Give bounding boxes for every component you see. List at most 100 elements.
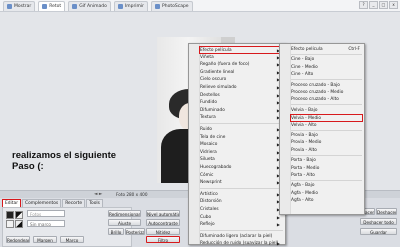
menu-separator bbox=[291, 154, 362, 156]
menu-item-label: Efecto película bbox=[200, 48, 232, 53]
frame-top-field[interactable]: Fotos bbox=[27, 210, 65, 217]
filter-menu-item[interactable]: Reducción de ruido (suavizar la piel) ▶ bbox=[200, 240, 283, 247]
menu-item-label: Porta - Medio bbox=[291, 165, 320, 171]
guardar-button[interactable]: Guardar bbox=[360, 228, 397, 235]
filter-menu: Efecto película ▶ Viñeta ▶ Regaño (fuera de … bbox=[188, 43, 286, 247]
caption-line-1: realizamos el siguiente bbox=[12, 150, 117, 161]
menu-item-label: Provia - Bajo bbox=[291, 133, 318, 138]
tab-label: Gif Animado bbox=[79, 3, 107, 9]
color-swatch-white[interactable] bbox=[6, 220, 14, 228]
menu-item-label: Agfa - Medio bbox=[291, 190, 318, 196]
menu-item-label: Cielo oscuro bbox=[200, 77, 227, 83]
film-menu-item[interactable]: Provia - Alto bbox=[291, 147, 362, 155]
color-swatch-bw[interactable] bbox=[15, 211, 23, 219]
color-swatch-wb[interactable] bbox=[15, 220, 23, 228]
submenu-arrow-icon: ▶ bbox=[276, 241, 280, 247]
tab-photoscape[interactable]: PhotoScape bbox=[151, 0, 193, 11]
nivel-automatico-button[interactable]: Nivel automático bbox=[146, 210, 180, 217]
film-menu-item[interactable]: Efecto película Ctrl-F bbox=[291, 46, 362, 54]
photoscape-window: Mostrar Retot Gif Animado Imprimir Photo… bbox=[0, 0, 400, 247]
nav-arrows[interactable]: ◄ ► bbox=[94, 191, 102, 198]
menu-item-label: Provia - Alto bbox=[291, 147, 317, 153]
menu-separator bbox=[200, 187, 283, 189]
ajuste-button[interactable]: Ajuste bbox=[108, 219, 141, 226]
menu-gutter bbox=[280, 44, 291, 214]
menu-item-label: Porta - Bajo bbox=[291, 158, 316, 164]
menu-separator bbox=[291, 104, 362, 106]
menu-item-label: Silueta bbox=[200, 157, 215, 163]
menu-separator bbox=[291, 79, 362, 81]
window-controls: ? _ □ x bbox=[359, 1, 398, 9]
tab-gif[interactable]: Gif Animado bbox=[68, 0, 111, 11]
menu-item-label: Cine - Bajo bbox=[291, 57, 315, 63]
autocontraste-button[interactable]: Autocontraste bbox=[146, 219, 180, 226]
tab-mostrar[interactable]: Mostrar bbox=[3, 0, 36, 11]
menu-item-label: Cubo bbox=[200, 214, 212, 220]
submenu-arrow-icon: ▶ bbox=[276, 222, 280, 228]
deshacer-button[interactable]: Deshacer bbox=[376, 208, 397, 215]
redimensionar-button[interactable]: Redimensionar bbox=[108, 210, 141, 217]
gif-icon bbox=[72, 3, 78, 9]
help-button[interactable]: ? bbox=[359, 1, 368, 9]
menu-item-label: Agfa - Alto bbox=[291, 198, 314, 204]
film-menu-item[interactable]: Porta - Alto bbox=[291, 172, 362, 180]
menu-item-label: Velvia - Alto bbox=[291, 122, 317, 128]
tab-retot[interactable]: Retot bbox=[38, 0, 66, 11]
overlay-caption: realizamos el siguiente Paso (: bbox=[12, 150, 116, 172]
tab-label: PhotoScape bbox=[162, 3, 189, 9]
filter-menu-item[interactable]: Textura▶ bbox=[200, 114, 283, 122]
menu-item-label: Efecto película bbox=[291, 47, 323, 52]
redondear-button[interactable]: Redondear bbox=[6, 236, 30, 243]
menu-separator bbox=[291, 179, 362, 181]
menu-item-label: Mosaico bbox=[200, 142, 218, 148]
menu-item-label: Huecograbado bbox=[200, 165, 232, 170]
menu-item-label: Proceso cruzado - Medio bbox=[291, 90, 344, 95]
menu-separator bbox=[200, 123, 283, 124]
menu-item-label: Artístico bbox=[200, 191, 218, 197]
menu-item-label: Cómic bbox=[200, 172, 214, 178]
filter-menu-item[interactable]: Newsprint▶ bbox=[200, 179, 283, 187]
deshacer-todo-button[interactable]: Deshacer todo bbox=[360, 218, 397, 225]
marco-button[interactable]: Marco bbox=[60, 236, 84, 243]
menu-item-label: Agfa - Bajo bbox=[291, 183, 315, 189]
film-menu-item[interactable]: Proceso cruzado - Alto bbox=[291, 96, 362, 104]
menu-item-label: Cine - Alto bbox=[291, 72, 314, 78]
menu-item-label: Regaño (fuera de foco) bbox=[200, 62, 250, 68]
menu-item-label: Destellos bbox=[200, 92, 220, 98]
menu-item-label: Velvia - Bajo bbox=[291, 107, 318, 113]
margen-button[interactable]: Margen bbox=[33, 236, 57, 243]
posterizar-button[interactable]: Posterizar bbox=[125, 228, 145, 235]
nitidez-button[interactable]: Nitidez bbox=[146, 228, 180, 235]
editor-icon bbox=[42, 3, 48, 9]
menu-item-label: Cine - Medio bbox=[291, 64, 318, 70]
top-tab-bar: Mostrar Retot Gif Animado Imprimir Photo… bbox=[0, 0, 400, 12]
menu-item-label: Ruido bbox=[200, 127, 213, 132]
photoscape-icon bbox=[155, 3, 161, 9]
filter-menu-item[interactable]: Reflejo ▶ bbox=[200, 221, 283, 229]
menu-separator bbox=[291, 53, 362, 55]
film-menu-item[interactable]: Velvia - Alto bbox=[291, 122, 362, 130]
caption-line-2: Paso (: bbox=[12, 161, 44, 172]
film-effect-submenu: Efecto película Ctrl-F Cine - Bajo Cine - M… bbox=[279, 43, 365, 215]
close-button[interactable]: x bbox=[389, 1, 398, 9]
minimize-button[interactable]: _ bbox=[369, 1, 378, 9]
film-menu-item[interactable]: Agfa - Alto bbox=[291, 197, 362, 205]
tab-label: Mostrar bbox=[14, 3, 32, 9]
menu-item-label: Tela de cine bbox=[200, 134, 226, 140]
menu-item-label: Porta - Alto bbox=[291, 173, 315, 178]
menu-item-label: Difuminado bbox=[200, 107, 225, 113]
film-menu-item[interactable]: Cine - Alto bbox=[291, 71, 362, 79]
brillo-button[interactable]: Brillo bbox=[108, 228, 124, 235]
menu-item-label: Provia - Medio bbox=[291, 140, 322, 146]
color-swatch-black[interactable] bbox=[6, 211, 14, 219]
shortcut-label: Ctrl-F bbox=[348, 47, 360, 52]
maximize-button[interactable]: □ bbox=[379, 1, 388, 9]
print-icon bbox=[117, 3, 123, 9]
menu-item-label: Cristales bbox=[200, 207, 219, 212]
frame-select[interactable]: Sin marco bbox=[27, 220, 65, 227]
tab-imprimir[interactable]: Imprimir bbox=[113, 0, 149, 11]
menu-gutter bbox=[189, 44, 200, 244]
filtro-button[interactable]: Filtro bbox=[146, 236, 180, 243]
tab-label: Retot bbox=[49, 3, 62, 9]
menu-item-label: Proceso cruzado - Bajo bbox=[291, 82, 340, 88]
